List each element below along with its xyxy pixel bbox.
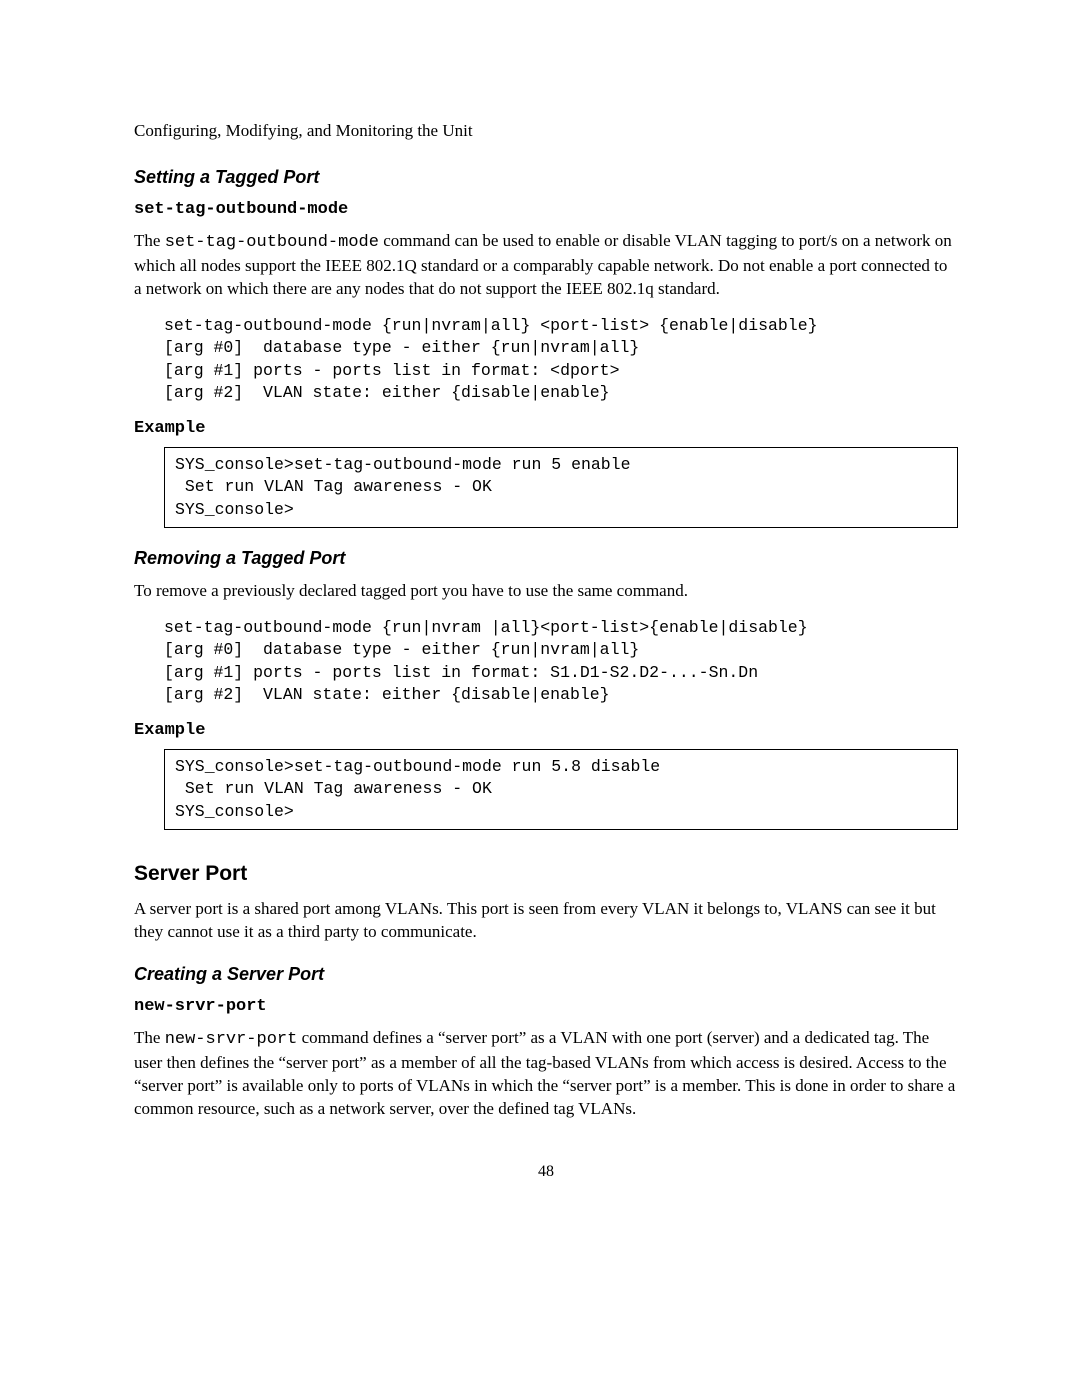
page-number: 48: [134, 1161, 958, 1183]
text: The: [134, 231, 165, 250]
command-name-set-tag-outbound-mode: set-tag-outbound-mode: [134, 199, 958, 222]
example-box: SYS_console>set-tag-outbound-mode run 5.…: [164, 749, 958, 830]
page-header: Configuring, Modifying, and Monitoring t…: [134, 120, 958, 143]
example-label: Example: [134, 418, 958, 441]
example-label: Example: [134, 720, 958, 743]
text: The: [134, 1028, 165, 1047]
paragraph: A server port is a shared port among VLA…: [134, 898, 958, 944]
paragraph: The set-tag-outbound-mode command can be…: [134, 230, 958, 301]
inline-command: new-srvr-port: [165, 1030, 298, 1049]
page: Configuring, Modifying, and Monitoring t…: [0, 0, 1080, 1397]
inline-command: set-tag-outbound-mode: [165, 233, 379, 252]
section-server-port: Server Port: [134, 860, 958, 888]
subsection-setting-tagged-port: Setting a Tagged Port: [134, 165, 958, 189]
subsection-removing-tagged-port: Removing a Tagged Port: [134, 546, 958, 570]
command-name-new-srvr-port: new-srvr-port: [134, 996, 958, 1019]
subsection-creating-server-port: Creating a Server Port: [134, 962, 958, 986]
paragraph: To remove a previously declared tagged p…: [134, 580, 958, 603]
code-block: set-tag-outbound-mode {run|nvram |all}<p…: [164, 617, 958, 706]
paragraph: The new-srvr-port command defines a “ser…: [134, 1027, 958, 1121]
code-block: set-tag-outbound-mode {run|nvram|all} <p…: [164, 315, 958, 404]
example-box: SYS_console>set-tag-outbound-mode run 5 …: [164, 447, 958, 528]
